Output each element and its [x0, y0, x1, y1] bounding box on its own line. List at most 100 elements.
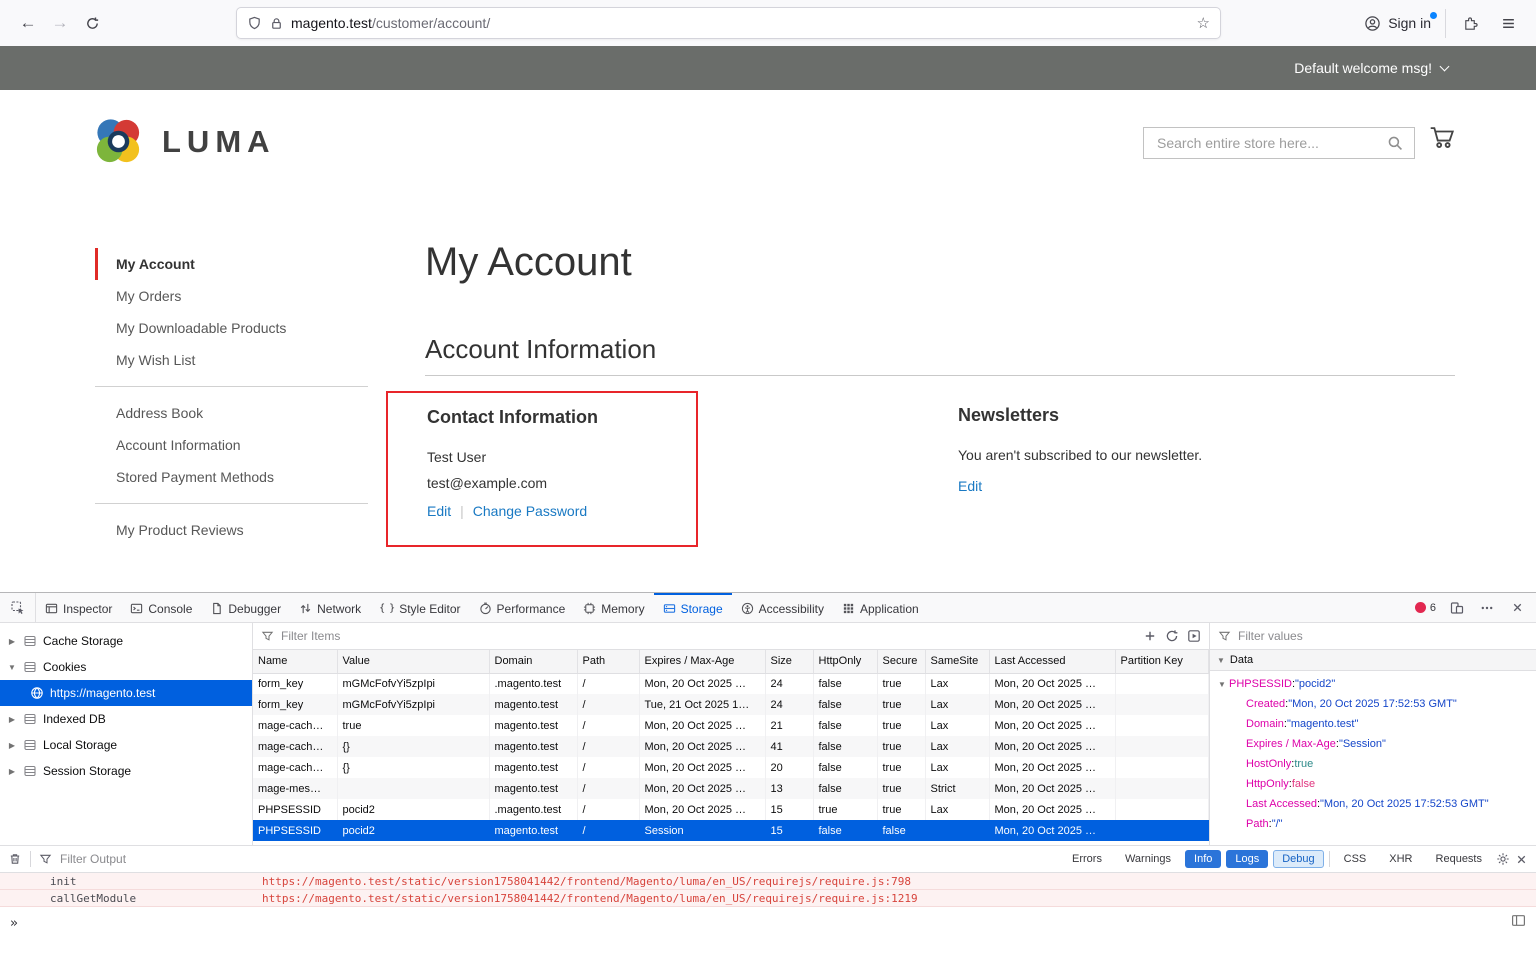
cell[interactable]: Mon, 20 Oct 2025 …: [989, 820, 1115, 841]
cell[interactable]: 20: [765, 757, 813, 778]
cell[interactable]: Lax: [925, 799, 989, 820]
expander-icon[interactable]: ▼: [7, 663, 17, 672]
tab-style-editor[interactable]: { } Style Editor: [370, 593, 469, 622]
cell[interactable]: Mon, 20 Oct 2025 …: [989, 715, 1115, 736]
cell[interactable]: /: [577, 715, 639, 736]
sidebar-item-stored-payment-methods[interactable]: Stored Payment Methods: [95, 461, 368, 493]
cell[interactable]: {}: [337, 736, 489, 757]
cell[interactable]: 15: [765, 820, 813, 841]
filter-info[interactable]: Info: [1185, 850, 1221, 868]
tab-memory[interactable]: Memory: [574, 593, 653, 622]
tree-item-cache-storage[interactable]: ▶ Cache Storage: [0, 628, 252, 654]
tree-item-indexed-db[interactable]: ▶ Indexed DB: [0, 706, 252, 732]
tab-accessibility[interactable]: Accessibility: [732, 593, 833, 622]
cell[interactable]: 41: [765, 736, 813, 757]
data-root[interactable]: ▼ PHPSESSID:"pocid2": [1210, 674, 1536, 694]
column-header[interactable]: Partition Key: [1115, 650, 1209, 673]
add-item-icon[interactable]: [1143, 629, 1157, 643]
cell[interactable]: true: [813, 799, 877, 820]
cell[interactable]: true: [877, 757, 925, 778]
cell[interactable]: pocid2: [337, 799, 489, 820]
expander-icon[interactable]: ▼: [1218, 680, 1229, 689]
sidebar-item-my-account[interactable]: My Account: [95, 248, 368, 280]
edit-newsletters-link[interactable]: Edit: [958, 478, 982, 494]
tab-network[interactable]: Network: [290, 593, 370, 622]
cell[interactable]: false: [813, 694, 877, 715]
cell[interactable]: mage-mes…: [253, 778, 337, 799]
sidebar-item-my-product-reviews[interactable]: My Product Reviews: [95, 514, 368, 546]
search-input[interactable]: [1157, 135, 1379, 151]
cell[interactable]: pocid2: [337, 820, 489, 841]
cookie-row[interactable]: PHPSESSIDpocid2.magento.test/Mon, 20 Oct…: [253, 799, 1209, 820]
cookie-row[interactable]: mage-mes…magento.test/Mon, 20 Oct 2025 ……: [253, 778, 1209, 799]
cell[interactable]: Mon, 20 Oct 2025 …: [989, 673, 1115, 694]
cell[interactable]: 15: [765, 799, 813, 820]
data-section-header[interactable]: ▼ Data: [1210, 650, 1536, 671]
cell[interactable]: Lax: [925, 757, 989, 778]
cell[interactable]: true: [877, 715, 925, 736]
sidebar-item-my-orders[interactable]: My Orders: [95, 280, 368, 312]
filter-css[interactable]: CSS: [1335, 850, 1376, 868]
cell[interactable]: 24: [765, 673, 813, 694]
tree-item-session-storage[interactable]: ▶ Session Storage: [0, 758, 252, 784]
tab-performance[interactable]: Performance: [470, 593, 575, 622]
cell[interactable]: Mon, 20 Oct 2025 …: [639, 778, 765, 799]
filter-xhr[interactable]: XHR: [1380, 850, 1421, 868]
cell[interactable]: false: [813, 778, 877, 799]
back-button[interactable]: ←: [12, 7, 44, 39]
cell[interactable]: /: [577, 799, 639, 820]
cookie-row[interactable]: form_keymGMcFofvYi5zpIpi.magento.test/Mo…: [253, 673, 1209, 694]
cell[interactable]: Mon, 20 Oct 2025 …: [639, 799, 765, 820]
expander-icon[interactable]: ▶: [7, 741, 17, 750]
cell[interactable]: magento.test: [489, 778, 577, 799]
cell[interactable]: Mon, 20 Oct 2025 …: [639, 673, 765, 694]
cell[interactable]: /: [577, 673, 639, 694]
column-header[interactable]: Path: [577, 650, 639, 673]
cell[interactable]: [1115, 736, 1209, 757]
cell[interactable]: [1115, 694, 1209, 715]
lock-icon[interactable]: [269, 16, 284, 31]
cell[interactable]: true: [877, 673, 925, 694]
column-header[interactable]: Value: [337, 650, 489, 673]
cell[interactable]: Session: [639, 820, 765, 841]
cell[interactable]: true: [337, 715, 489, 736]
chevron-down-icon[interactable]: [1440, 61, 1450, 71]
sidebar-item-my-downloadable-products[interactable]: My Downloadable Products: [95, 312, 368, 344]
expander-icon[interactable]: ▶: [7, 637, 17, 646]
expander-icon[interactable]: ▶: [7, 715, 17, 724]
cell[interactable]: true: [877, 799, 925, 820]
change-password-link[interactable]: Change Password: [473, 503, 587, 519]
data-entry[interactable]: Created:"Mon, 20 Oct 2025 17:52:53 GMT": [1210, 694, 1536, 714]
bookmark-star-icon[interactable]: ☆: [1197, 14, 1210, 32]
column-header[interactable]: Expires / Max-Age: [639, 650, 765, 673]
cell[interactable]: PHPSESSID: [253, 799, 337, 820]
cell[interactable]: /: [577, 820, 639, 841]
column-header[interactable]: Domain: [489, 650, 577, 673]
cell[interactable]: form_key: [253, 673, 337, 694]
column-header[interactable]: HttpOnly: [813, 650, 877, 673]
cell[interactable]: Lax: [925, 736, 989, 757]
clear-console-icon[interactable]: [8, 852, 22, 866]
extensions-button[interactable]: [1454, 7, 1486, 39]
tab-storage[interactable]: Storage: [654, 593, 732, 622]
cell[interactable]: Lax: [925, 715, 989, 736]
source-location-link[interactable]: https://magento.test/static/version17580…: [262, 892, 918, 905]
cell[interactable]: Mon, 20 Oct 2025 …: [639, 715, 765, 736]
cell[interactable]: [1115, 799, 1209, 820]
cookie-row[interactable]: mage-cach…{}magento.test/Mon, 20 Oct 202…: [253, 736, 1209, 757]
cell[interactable]: Mon, 20 Oct 2025 …: [989, 694, 1115, 715]
cell[interactable]: {}: [337, 757, 489, 778]
cell[interactable]: false: [813, 673, 877, 694]
cell[interactable]: form_key: [253, 694, 337, 715]
cell[interactable]: /: [577, 736, 639, 757]
cell[interactable]: false: [813, 820, 877, 841]
url-bar[interactable]: magento.test/customer/account/ ☆: [236, 7, 1221, 39]
tab-inspector[interactable]: Inspector: [36, 593, 121, 622]
cell[interactable]: magento.test: [489, 757, 577, 778]
cell[interactable]: [1115, 757, 1209, 778]
cell[interactable]: mGMcFofvYi5zpIpi: [337, 673, 489, 694]
search-icon[interactable]: [1387, 135, 1404, 152]
cell[interactable]: Mon, 20 Oct 2025 …: [989, 799, 1115, 820]
cell[interactable]: false: [813, 715, 877, 736]
refresh-icon[interactable]: [1165, 629, 1179, 643]
